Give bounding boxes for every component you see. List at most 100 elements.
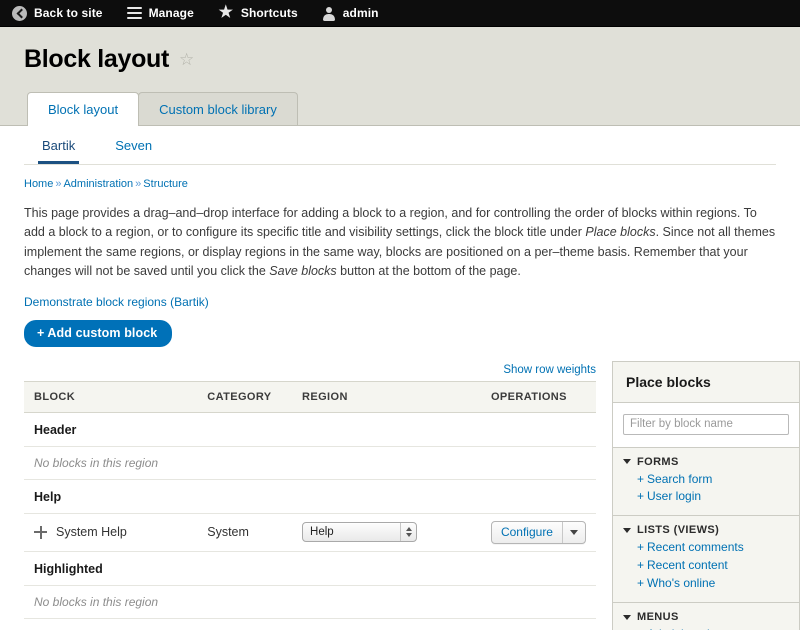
empty-region-row: No blocks in this region (24, 446, 596, 480)
plus-icon: + (637, 558, 645, 573)
place-blocks-panel: Place blocks FORMS+Search form+User logi… (612, 360, 800, 630)
secondary-tabs: Bartik Seven (24, 126, 776, 165)
block-title: System Help (56, 525, 127, 539)
group-links: +Administration+Footer+Main navigation+S… (623, 626, 789, 630)
place-block-link-label: Recent content (647, 558, 728, 573)
block-layout-table: BLOCK CATEGORY REGION OPERATIONS Header N… (24, 380, 596, 630)
blocks-table-column: Show row weights BLOCK CATEGORY REGION O… (24, 361, 596, 630)
operations-caret-button[interactable] (561, 521, 585, 543)
region-name: Highlighted (24, 551, 596, 586)
tab-block-layout[interactable]: Block layout (27, 92, 140, 126)
region-name: Header (24, 412, 596, 447)
group-title-label: MENUS (637, 611, 679, 624)
place-blocks-header: Place blocks (613, 361, 799, 403)
breadcrumb: Home» Administration» Structure (24, 165, 776, 190)
toolbar-label-shortcuts: Shortcuts (240, 6, 298, 20)
place-blocks-group: MENUS +Administration+Footer+Main navigat… (613, 603, 799, 630)
breadcrumb-item-administration[interactable]: Administration (63, 178, 133, 190)
place-blocks-groups: FORMS + Search form + User login LISTS (VIEWS… (613, 447, 799, 630)
block-filter-input[interactable] (623, 413, 789, 435)
column-header-region: REGION (292, 380, 481, 413)
group-title-label: LISTS (VIEWS) (637, 524, 720, 537)
toolbar-label-admin-user: admin (342, 6, 379, 20)
group-title-label: FORMS (637, 455, 679, 468)
group-toggle-menus[interactable]: MENUS (623, 611, 789, 623)
demonstrate-block-regions-link[interactable]: Demonstrate block regions (Bartik) (24, 295, 209, 309)
group-links: + Search form + User login (623, 471, 789, 507)
page-title-row: Block layout ☆ (24, 45, 776, 92)
table-body: Header No blocks in this region Help System… (24, 412, 596, 630)
group-links: + Recent comments + Recent content + Who's on… (623, 539, 789, 593)
page-header: Block layout ☆ Block layout Custom block… (0, 27, 800, 126)
configure-button[interactable]: Configure (492, 522, 562, 543)
place-blocks-title: Place blocks (626, 373, 711, 390)
toolbar-label-back-to-site: Back to site (34, 6, 103, 20)
region-header-row: Featured (24, 618, 596, 630)
place-block-link-label: Recent comments (647, 540, 744, 555)
place-block-link[interactable]: + User login (637, 488, 789, 506)
place-blocks-group: FORMS + Search form + User login (613, 447, 799, 517)
toolbar-label-manage: Manage (148, 6, 194, 20)
toolbar-item-admin-user[interactable]: admin (322, 0, 393, 27)
triangle-down-icon (623, 459, 631, 464)
place-blocks-column: Place blocks FORMS+Search form+User logi… (612, 360, 800, 630)
hamburger-icon (126, 7, 142, 19)
theme-tab-seven[interactable]: Seven (111, 138, 156, 164)
empty-region-row: No blocks in this region (24, 585, 596, 619)
toolbar-item-back-to-site[interactable]: Back to site (12, 0, 117, 27)
region-select[interactable]: Help (302, 522, 418, 542)
tab-custom-block-library[interactable]: Custom block library (138, 92, 298, 125)
add-custom-block-button[interactable]: + Add custom block (24, 319, 173, 347)
block-operations-cell: Configure (480, 513, 596, 552)
drag-handle-icon[interactable] (34, 525, 47, 539)
place-block-link[interactable]: + Recent content (637, 557, 789, 575)
plus-icon: + (637, 471, 645, 486)
empty-region-message: No blocks in this region (24, 585, 596, 619)
breadcrumb-item-structure[interactable]: Structure (143, 178, 188, 190)
empty-region-message: No blocks in this region (24, 446, 596, 480)
region-header-row: Highlighted (24, 551, 596, 586)
primary-tabs: Block layout Custom block library (24, 92, 776, 126)
place-block-link[interactable]: + Search form (637, 471, 789, 489)
table-row[interactable]: System Help System Help Configure (24, 513, 596, 552)
region-header-row: Header (24, 412, 596, 447)
block-category-cell: System (197, 513, 293, 552)
region-name: Featured (24, 618, 596, 630)
place-block-link-label: Who's online (647, 576, 716, 591)
place-block-link[interactable]: + Recent comments (637, 539, 789, 557)
description-emphasis-place-blocks: Place blocks (585, 225, 656, 240)
show-row-weights-link[interactable]: Show row weights (503, 364, 596, 376)
show-row-weights-container: Show row weights (24, 361, 596, 381)
person-icon (322, 6, 336, 21)
select-arrows-icon (400, 523, 416, 541)
theme-tab-bartik[interactable]: Bartik (38, 138, 80, 164)
toolbar-item-manage[interactable]: Manage (126, 0, 208, 27)
group-toggle-forms[interactable]: FORMS (623, 456, 789, 468)
block-name-cell: System Help (24, 513, 198, 552)
back-arrow-icon (12, 5, 27, 21)
breadcrumb-item-home[interactable]: Home (24, 178, 53, 190)
description-emphasis-save-blocks: Save blocks (269, 264, 337, 279)
triangle-down-icon (623, 527, 631, 533)
plus-icon: + (37, 325, 45, 340)
table-head: BLOCK CATEGORY REGION OPERATIONS (24, 380, 596, 413)
star-icon: ★ (218, 3, 234, 21)
plus-icon: + (637, 576, 645, 591)
chevron-down-icon (569, 529, 578, 535)
page-description: This page provides a drag–and–drop inter… (24, 190, 776, 282)
triangle-down-icon (623, 614, 631, 620)
group-toggle-lists-views[interactable]: LISTS (VIEWS) (623, 524, 789, 536)
place-block-link[interactable]: + Who's online (637, 575, 789, 593)
main-content: Bartik Seven Home» Administration» Structu… (0, 125, 800, 630)
place-block-link-label: Search form (647, 471, 713, 486)
column-header-category: CATEGORY (197, 380, 293, 413)
star-outline-icon[interactable]: ☆ (179, 51, 194, 68)
page-title: Block layout (24, 45, 170, 73)
toolbar-item-shortcuts[interactable]: ★ Shortcuts (218, 0, 312, 27)
place-block-link[interactable]: +Administration (637, 626, 789, 630)
filter-container (613, 402, 799, 448)
column-header-operations: OPERATIONS (480, 380, 596, 413)
table-header-row: BLOCK CATEGORY REGION OPERATIONS (24, 380, 596, 413)
plus-icon: + (637, 540, 645, 555)
operations-dropbutton: Configure (490, 520, 586, 544)
